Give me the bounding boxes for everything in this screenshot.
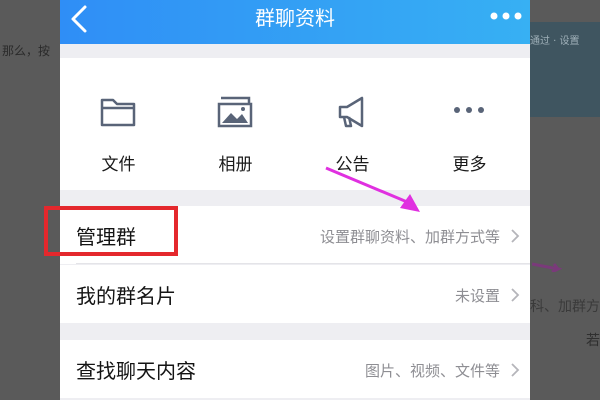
grid-label-files: 文件 [101,155,136,175]
background-arrow-icon [532,262,562,272]
folder-icon [100,98,136,127]
chevron-right-icon [511,229,520,243]
chevron-right-icon [511,288,520,302]
highlight-box [44,206,178,256]
photo-album-icon [217,96,253,128]
background-text-edge: 若 [586,333,600,349]
more-dots-icon[interactable] [490,12,522,20]
phone-screen: 群聊资料 文件 相册 公告 更多 管理群 设置群聊资料、加群方式等 我的群名片 … [60,0,530,400]
row-label: 我的群名片 [76,284,176,308]
nav-header: 群聊资料 [60,0,530,44]
row-my-card[interactable]: 我的群名片 未设置 [60,265,530,323]
grid-item-files[interactable]: 文件 [60,58,177,190]
feature-grid: 文件 相册 公告 更多 [60,58,530,190]
chevron-right-icon [511,363,520,377]
annotation-arrow-icon [325,166,420,212]
grid-label-album: 相册 [218,155,253,175]
background-label: 通过 · 设置 [530,36,580,47]
background-text-right: 科、加群方 [530,299,600,315]
background-text: 那么，按 [2,44,51,58]
divider [76,263,530,264]
row-label: 查找聊天内容 [76,359,196,383]
row-value: 设置群聊资料、加群方式等 [319,228,500,246]
row-search-chat[interactable]: 查找聊天内容 图片、视频、文件等 [60,340,530,398]
row-value: 未设置 [454,287,500,305]
grid-item-album[interactable]: 相册 [177,58,294,190]
megaphone-icon [338,96,364,128]
more-dots-icon [454,107,484,113]
row-value: 图片、视频、文件等 [364,362,500,380]
page-title: 群聊资料 [255,6,335,30]
